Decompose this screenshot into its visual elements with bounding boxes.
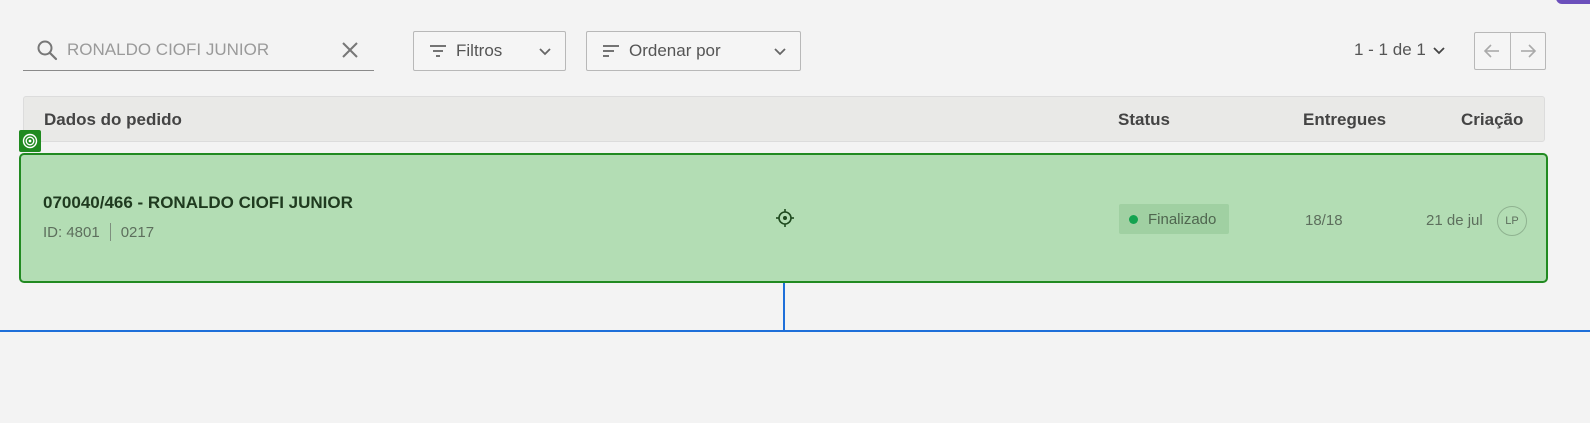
next-page-button[interactable] (1509, 33, 1546, 69)
column-header-dados[interactable]: Dados do pedido (44, 110, 182, 130)
delivered-count: 18/18 (1305, 212, 1343, 229)
chevron-down-icon (1433, 47, 1445, 55)
target-icon (19, 130, 41, 152)
column-header-entregues[interactable]: Entregues (1303, 110, 1386, 130)
order-meta: ID: 4801 0217 (43, 223, 154, 241)
sort-button[interactable]: Ordenar por (586, 31, 801, 71)
previous-page-button[interactable] (1475, 33, 1510, 69)
divider (109, 223, 111, 241)
chevron-down-icon (774, 48, 786, 56)
arrow-right-icon (1520, 44, 1536, 58)
pagination-range: 1 - 1 de 1 (1354, 40, 1426, 59)
status-label: Finalizado (1148, 210, 1217, 228)
column-header-criacao[interactable]: Criação (1461, 110, 1523, 130)
sort-icon (603, 45, 619, 57)
guide-line-horizontal (0, 330, 1590, 332)
search-icon (37, 40, 58, 61)
filters-button[interactable]: Filtros (413, 31, 566, 71)
order-id: ID: 4801 (43, 223, 100, 241)
filter-icon (430, 45, 446, 57)
guide-line-vertical (783, 283, 785, 332)
creation-date: 21 de jul (1426, 212, 1483, 229)
arrow-left-icon (1484, 44, 1500, 58)
search-input[interactable] (67, 40, 327, 60)
search-bar[interactable] (23, 30, 374, 71)
table-header: Dados do pedido Status Entregues Criação (23, 96, 1545, 142)
avatar[interactable]: LP (1497, 206, 1527, 236)
chevron-down-icon (539, 48, 551, 56)
table-row[interactable]: 070040/466 - RONALDO CIOFI JUNIOR ID: 48… (19, 153, 1548, 283)
filters-label: Filtros (456, 41, 503, 60)
corner-tab (1556, 0, 1590, 4)
order-title: 070040/466 - RONALDO CIOFI JUNIOR (43, 193, 353, 212)
sort-label: Ordenar por (629, 41, 721, 60)
column-header-status[interactable]: Status (1118, 110, 1170, 130)
order-code: 0217 (120, 223, 155, 241)
pagination-range-dropdown[interactable]: 1 - 1 de 1 (1354, 40, 1446, 60)
crosshair-icon (776, 209, 794, 227)
status-badge: Finalizado (1119, 204, 1229, 234)
pagination-controls (1474, 32, 1546, 70)
close-icon[interactable] (338, 38, 362, 62)
status-dot (1129, 214, 1138, 224)
